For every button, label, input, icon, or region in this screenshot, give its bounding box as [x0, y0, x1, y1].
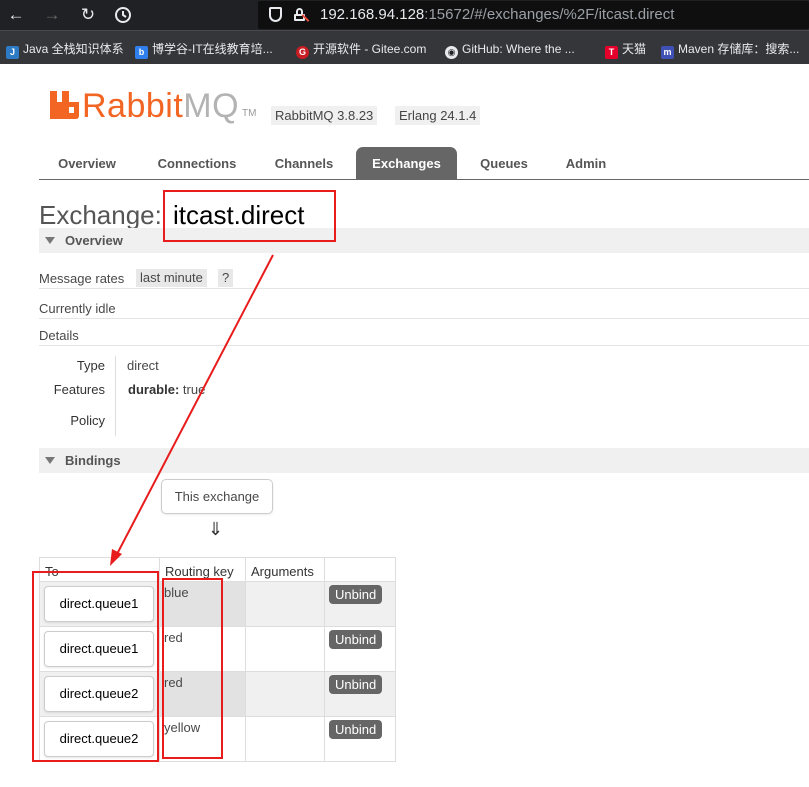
overview-heading: Overview [65, 233, 123, 248]
logo-wordmark: RabbitMQ [82, 87, 240, 125]
rabbitmq-logo-icon [50, 91, 79, 119]
unbind-button[interactable]: Unbind [329, 585, 383, 604]
github-icon: ◉ [445, 46, 458, 59]
browser-toolbar: ← → ↻ 192.168.94.128:15672/#/exchanges/%… [0, 0, 809, 30]
divider [39, 318, 809, 319]
collapse-triangle-icon [45, 457, 55, 464]
java-icon: J [6, 46, 19, 59]
tracking-shield-icon[interactable] [269, 7, 282, 22]
divider [39, 288, 809, 289]
type-key: Type [76, 358, 105, 373]
bookmark-github[interactable]: ◉ GitHub: Where the ... [445, 41, 575, 59]
action-cell: Unbind [324, 671, 396, 717]
erlang-version: Erlang 24.1.4 [395, 106, 481, 125]
type-value: direct [127, 358, 159, 373]
insecure-lock-icon[interactable] [294, 8, 310, 22]
annotation-box-queues [32, 571, 159, 762]
forward-arrow-icon[interactable]: → [41, 4, 63, 26]
maven-icon: m [661, 46, 674, 59]
column-header-actions [324, 557, 396, 582]
page-title-prefix: Exchange: [39, 200, 162, 230]
tab-admin[interactable]: Admin [553, 147, 619, 179]
logo-trademark: TM [242, 108, 257, 119]
features-value: durable: true [128, 382, 205, 397]
policy-key: Policy [70, 413, 105, 428]
annotation-box-exchange-name [163, 190, 336, 242]
message-rates-period[interactable]: last minute [136, 269, 207, 287]
bookmark-java[interactable]: J Java 全栈知识体系 [6, 41, 124, 59]
durable-value: true [182, 382, 206, 397]
help-button[interactable]: ? [218, 269, 234, 287]
history-clock-icon[interactable] [112, 4, 134, 26]
tab-channels[interactable]: Channels [261, 147, 347, 179]
column-header-arguments: Arguments [245, 557, 325, 582]
gitee-icon: G [296, 46, 309, 59]
url-bar[interactable]: 192.168.94.128:15672/#/exchanges/%2F/itc… [258, 1, 809, 29]
annotation-box-routing-keys [162, 578, 223, 759]
this-exchange-box: This exchange [161, 479, 273, 514]
arguments-cell [245, 716, 325, 762]
bookmark-tmall[interactable]: T 天猫 [605, 41, 646, 59]
features-key: Features [53, 382, 105, 397]
bookmark-boxuegu[interactable]: b 博学谷-IT在线教育培... [135, 41, 273, 59]
unbind-button[interactable]: Unbind [329, 720, 383, 739]
bindings-section-toggle[interactable]: Bindings [39, 448, 809, 473]
action-cell: Unbind [324, 716, 396, 762]
flow-down-arrow-icon: ⇓ [208, 519, 224, 539]
bookmark-maven[interactable]: m Maven 存储库：搜索... [661, 41, 799, 59]
boxuegu-icon: b [135, 46, 148, 59]
message-rates-label: Message rates [39, 271, 125, 286]
tmall-icon: T [605, 46, 618, 59]
details-label: Details [39, 328, 79, 343]
page-title: Exchange: itcast.direct [39, 200, 305, 231]
idle-status: Currently idle [39, 301, 116, 316]
rabbitmq-version: RabbitMQ 3.8.23 [271, 106, 378, 125]
bookmarks-bar: J Java 全栈知识体系 b 博学谷-IT在线教育培... G 开源软件 - Git… [0, 30, 809, 64]
tab-exchanges[interactable]: Exchanges [356, 147, 457, 179]
arguments-cell [245, 671, 325, 717]
divider [39, 345, 809, 346]
tab-queues[interactable]: Queues [467, 147, 541, 179]
action-cell: Unbind [324, 581, 396, 627]
reload-icon[interactable]: ↻ [77, 4, 99, 26]
details-separator [115, 356, 116, 436]
overview-section-toggle[interactable]: Overview [39, 228, 809, 253]
bindings-heading: Bindings [65, 453, 121, 468]
collapse-triangle-icon [45, 237, 55, 244]
arguments-cell [245, 581, 325, 627]
main-tabs: Overview Connections Channels Exchanges … [39, 147, 809, 180]
back-arrow-icon[interactable]: ← [5, 4, 27, 26]
tab-connections[interactable]: Connections [145, 147, 249, 179]
url-text[interactable]: 192.168.94.128:15672/#/exchanges/%2F/itc… [320, 6, 674, 23]
durable-key: durable: [128, 382, 180, 397]
action-cell: Unbind [324, 626, 396, 672]
tab-overview[interactable]: Overview [41, 147, 133, 179]
arguments-cell [245, 626, 325, 672]
bookmark-gitee[interactable]: G 开源软件 - Gitee.com [296, 41, 426, 59]
unbind-button[interactable]: Unbind [329, 675, 383, 694]
unbind-button[interactable]: Unbind [329, 630, 383, 649]
